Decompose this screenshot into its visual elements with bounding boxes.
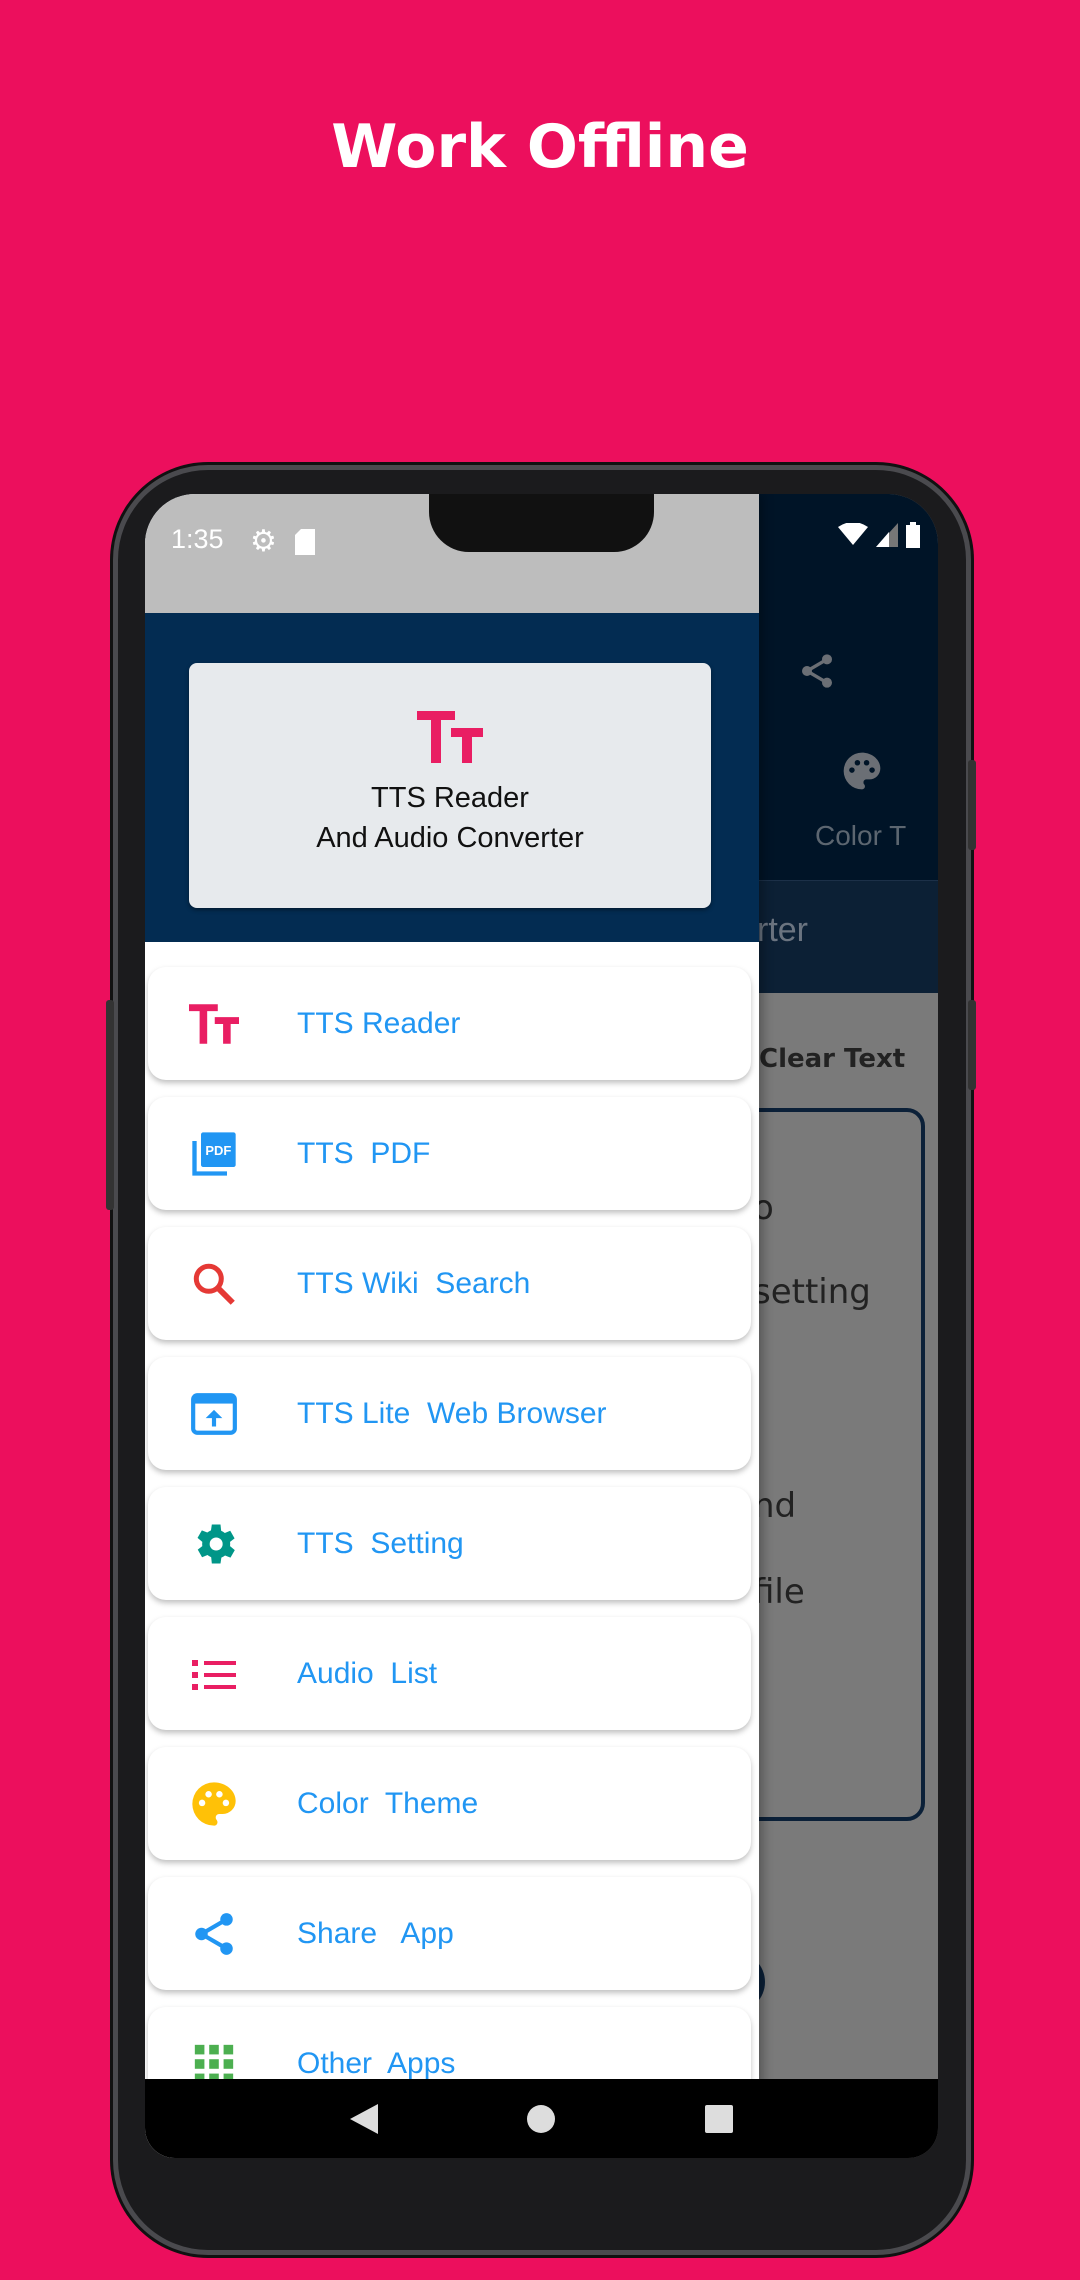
- phone-volume-button: [968, 760, 976, 850]
- share-icon: [195, 1912, 233, 1955]
- settings-status-icon: ⚙: [250, 525, 277, 558]
- recents-icon[interactable]: [705, 2104, 734, 2133]
- drawer-header: TTS Reader And Audio Converter: [145, 613, 759, 942]
- drawer-item-settings[interactable]: TTS Setting: [148, 1487, 751, 1600]
- drawer-item-share-app[interactable]: Share App: [148, 1877, 751, 1990]
- battery-icon: [906, 522, 920, 548]
- drawer-item-tts-pdf[interactable]: PDF TTS PDF: [148, 1097, 751, 1210]
- text-fragment: file: [753, 1572, 805, 1612]
- drawer-item-label: TTS Setting: [297, 1526, 464, 1560]
- drawer-item-web-browser[interactable]: TTS Lite Web Browser: [148, 1357, 751, 1470]
- palette-icon: [192, 1781, 236, 1826]
- drawer-item-label: TTS Wiki Search: [297, 1266, 531, 1300]
- background-title: rter: [757, 911, 808, 949]
- drawer-item-color-theme[interactable]: Color Theme: [148, 1747, 751, 1860]
- tt-logo-icon: [189, 1003, 239, 1044]
- navigation-drawer: 1:35 ⚙ TTS Reader And Audio Converter TT…: [145, 494, 759, 2158]
- drawer-item-label: TTS Lite Web Browser: [297, 1396, 607, 1430]
- drawer-item-label: Color Theme: [297, 1786, 479, 1820]
- gear-icon: [197, 1524, 235, 1563]
- signal-icon: [876, 523, 898, 547]
- home-icon[interactable]: [527, 2104, 556, 2133]
- wifi-icon: [838, 523, 868, 545]
- camera-notch: [429, 494, 654, 552]
- tab-color-theme: Color T: [815, 820, 907, 851]
- svg-text:PDF: PDF: [205, 1143, 231, 1158]
- palette-icon: [843, 752, 881, 790]
- web-browser-icon: [191, 1392, 237, 1435]
- drawer-item-tts-reader[interactable]: TTS Reader: [148, 967, 751, 1080]
- drawer-item-audio-list[interactable]: Audio List: [148, 1617, 751, 1730]
- headline: Work Offline: [331, 112, 749, 182]
- screen: Color T rter Clear Text o setting nd fil…: [145, 494, 938, 2158]
- drawer-item-label: Share App: [297, 1916, 454, 1950]
- drawer-item-label: Audio List: [297, 1656, 438, 1690]
- search-icon: [193, 1263, 235, 1305]
- tt-logo-icon: [417, 711, 483, 763]
- clear-text-button: Clear Text: [759, 1044, 906, 1074]
- app-info-card: TTS Reader And Audio Converter: [189, 663, 711, 908]
- list-icon: [192, 1659, 236, 1690]
- navigation-bar: [145, 2079, 938, 2158]
- drawer-item-label: TTS PDF: [297, 1136, 431, 1170]
- text-fragment: setting: [753, 1272, 871, 1312]
- status-icons-right: [838, 522, 920, 548]
- pdf-icon: PDF: [192, 1131, 236, 1176]
- back-icon[interactable]: [349, 2103, 378, 2134]
- text-fragment: nd: [753, 1486, 797, 1526]
- drawer-item-label: Other Apps: [297, 2046, 456, 2080]
- status-time: 1:35: [171, 524, 224, 554]
- app-title-line2: And Audio Converter: [316, 822, 584, 854]
- sd-card-icon: [294, 528, 315, 555]
- drawer-item-label: TTS Reader: [297, 1006, 461, 1040]
- phone-side-button: [106, 1000, 114, 1210]
- phone-power-button: [968, 1000, 976, 1090]
- share-icon: [802, 654, 832, 688]
- drawer-item-wiki-search[interactable]: TTS Wiki Search: [148, 1227, 751, 1340]
- app-title-line1: TTS Reader: [371, 782, 529, 814]
